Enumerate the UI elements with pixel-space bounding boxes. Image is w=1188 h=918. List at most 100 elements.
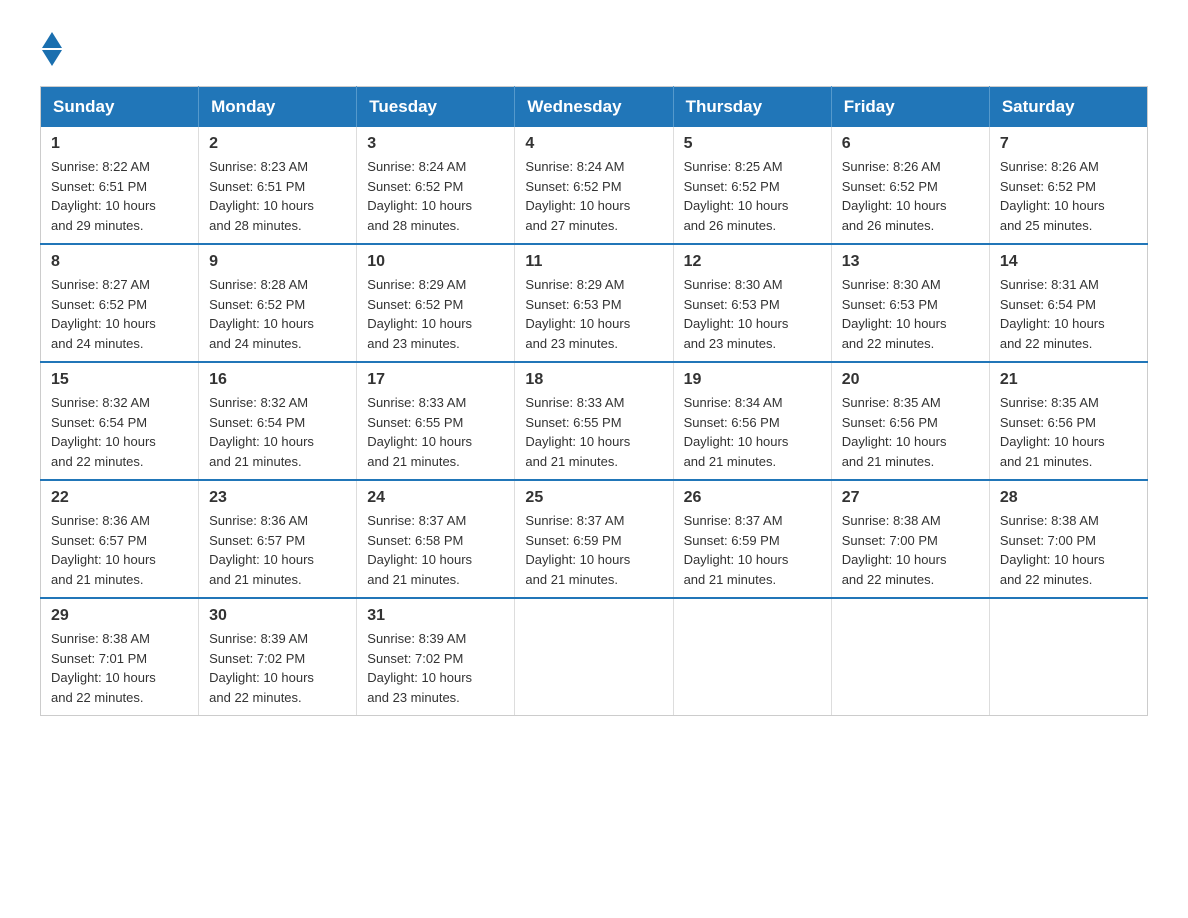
day-info: Sunrise: 8:28 AM Sunset: 6:52 PM Dayligh… xyxy=(209,277,314,351)
calendar-day-cell: 27 Sunrise: 8:38 AM Sunset: 7:00 PM Dayl… xyxy=(831,480,989,598)
calendar-day-cell: 17 Sunrise: 8:33 AM Sunset: 6:55 PM Dayl… xyxy=(357,362,515,480)
day-number: 6 xyxy=(842,135,979,153)
calendar-day-cell: 29 Sunrise: 8:38 AM Sunset: 7:01 PM Dayl… xyxy=(41,598,199,716)
weekday-header-cell: Sunday xyxy=(41,87,199,128)
day-number: 7 xyxy=(1000,135,1137,153)
day-number: 12 xyxy=(684,253,821,271)
weekday-header-cell: Saturday xyxy=(989,87,1147,128)
weekday-header-cell: Friday xyxy=(831,87,989,128)
day-info: Sunrise: 8:25 AM Sunset: 6:52 PM Dayligh… xyxy=(684,159,789,233)
calendar-day-cell: 11 Sunrise: 8:29 AM Sunset: 6:53 PM Dayl… xyxy=(515,244,673,362)
day-info: Sunrise: 8:27 AM Sunset: 6:52 PM Dayligh… xyxy=(51,277,156,351)
day-info: Sunrise: 8:23 AM Sunset: 6:51 PM Dayligh… xyxy=(209,159,314,233)
day-info: Sunrise: 8:26 AM Sunset: 6:52 PM Dayligh… xyxy=(842,159,947,233)
calendar-day-cell: 16 Sunrise: 8:32 AM Sunset: 6:54 PM Dayl… xyxy=(199,362,357,480)
calendar-week-row: 29 Sunrise: 8:38 AM Sunset: 7:01 PM Dayl… xyxy=(41,598,1148,716)
day-number: 30 xyxy=(209,607,346,625)
day-info: Sunrise: 8:33 AM Sunset: 6:55 PM Dayligh… xyxy=(525,395,630,469)
calendar-day-cell: 21 Sunrise: 8:35 AM Sunset: 6:56 PM Dayl… xyxy=(989,362,1147,480)
day-number: 13 xyxy=(842,253,979,271)
day-info: Sunrise: 8:32 AM Sunset: 6:54 PM Dayligh… xyxy=(51,395,156,469)
calendar-day-cell: 25 Sunrise: 8:37 AM Sunset: 6:59 PM Dayl… xyxy=(515,480,673,598)
day-number: 23 xyxy=(209,489,346,507)
day-number: 26 xyxy=(684,489,821,507)
calendar-day-cell: 5 Sunrise: 8:25 AM Sunset: 6:52 PM Dayli… xyxy=(673,127,831,244)
calendar-day-cell: 8 Sunrise: 8:27 AM Sunset: 6:52 PM Dayli… xyxy=(41,244,199,362)
day-info: Sunrise: 8:37 AM Sunset: 6:59 PM Dayligh… xyxy=(525,513,630,587)
calendar-day-cell: 14 Sunrise: 8:31 AM Sunset: 6:54 PM Dayl… xyxy=(989,244,1147,362)
calendar-day-cell: 10 Sunrise: 8:29 AM Sunset: 6:52 PM Dayl… xyxy=(357,244,515,362)
day-number: 28 xyxy=(1000,489,1137,507)
day-number: 18 xyxy=(525,371,662,389)
day-number: 2 xyxy=(209,135,346,153)
calendar-week-row: 15 Sunrise: 8:32 AM Sunset: 6:54 PM Dayl… xyxy=(41,362,1148,480)
day-info: Sunrise: 8:38 AM Sunset: 7:00 PM Dayligh… xyxy=(842,513,947,587)
day-number: 19 xyxy=(684,371,821,389)
day-number: 27 xyxy=(842,489,979,507)
day-number: 5 xyxy=(684,135,821,153)
day-number: 15 xyxy=(51,371,188,389)
weekday-header-cell: Tuesday xyxy=(357,87,515,128)
calendar-day-cell: 31 Sunrise: 8:39 AM Sunset: 7:02 PM Dayl… xyxy=(357,598,515,716)
day-info: Sunrise: 8:30 AM Sunset: 6:53 PM Dayligh… xyxy=(684,277,789,351)
day-info: Sunrise: 8:37 AM Sunset: 6:59 PM Dayligh… xyxy=(684,513,789,587)
day-number: 22 xyxy=(51,489,188,507)
calendar-day-cell: 26 Sunrise: 8:37 AM Sunset: 6:59 PM Dayl… xyxy=(673,480,831,598)
day-number: 31 xyxy=(367,607,504,625)
calendar-day-cell: 12 Sunrise: 8:30 AM Sunset: 6:53 PM Dayl… xyxy=(673,244,831,362)
calendar-day-cell: 15 Sunrise: 8:32 AM Sunset: 6:54 PM Dayl… xyxy=(41,362,199,480)
day-info: Sunrise: 8:36 AM Sunset: 6:57 PM Dayligh… xyxy=(51,513,156,587)
day-info: Sunrise: 8:39 AM Sunset: 7:02 PM Dayligh… xyxy=(367,631,472,705)
weekday-header-row: SundayMondayTuesdayWednesdayThursdayFrid… xyxy=(41,87,1148,128)
logo-triangle-top xyxy=(42,32,62,48)
calendar-day-cell: 7 Sunrise: 8:26 AM Sunset: 6:52 PM Dayli… xyxy=(989,127,1147,244)
calendar-body: 1 Sunrise: 8:22 AM Sunset: 6:51 PM Dayli… xyxy=(41,127,1148,716)
header xyxy=(40,30,1148,66)
day-number: 21 xyxy=(1000,371,1137,389)
day-number: 10 xyxy=(367,253,504,271)
calendar-week-row: 8 Sunrise: 8:27 AM Sunset: 6:52 PM Dayli… xyxy=(41,244,1148,362)
day-info: Sunrise: 8:34 AM Sunset: 6:56 PM Dayligh… xyxy=(684,395,789,469)
calendar-day-cell: 9 Sunrise: 8:28 AM Sunset: 6:52 PM Dayli… xyxy=(199,244,357,362)
day-info: Sunrise: 8:35 AM Sunset: 6:56 PM Dayligh… xyxy=(842,395,947,469)
day-info: Sunrise: 8:36 AM Sunset: 6:57 PM Dayligh… xyxy=(209,513,314,587)
day-info: Sunrise: 8:29 AM Sunset: 6:53 PM Dayligh… xyxy=(525,277,630,351)
day-number: 4 xyxy=(525,135,662,153)
calendar-day-cell: 19 Sunrise: 8:34 AM Sunset: 6:56 PM Dayl… xyxy=(673,362,831,480)
logo xyxy=(40,30,62,66)
day-info: Sunrise: 8:38 AM Sunset: 7:01 PM Dayligh… xyxy=(51,631,156,705)
calendar-day-cell xyxy=(515,598,673,716)
day-info: Sunrise: 8:35 AM Sunset: 6:56 PM Dayligh… xyxy=(1000,395,1105,469)
calendar-day-cell: 22 Sunrise: 8:36 AM Sunset: 6:57 PM Dayl… xyxy=(41,480,199,598)
day-number: 29 xyxy=(51,607,188,625)
day-number: 14 xyxy=(1000,253,1137,271)
logo-triangle-bottom xyxy=(42,50,62,66)
day-info: Sunrise: 8:24 AM Sunset: 6:52 PM Dayligh… xyxy=(367,159,472,233)
day-number: 3 xyxy=(367,135,504,153)
day-number: 11 xyxy=(525,253,662,271)
weekday-header-cell: Monday xyxy=(199,87,357,128)
calendar-day-cell: 18 Sunrise: 8:33 AM Sunset: 6:55 PM Dayl… xyxy=(515,362,673,480)
day-number: 24 xyxy=(367,489,504,507)
day-number: 9 xyxy=(209,253,346,271)
day-number: 17 xyxy=(367,371,504,389)
day-info: Sunrise: 8:26 AM Sunset: 6:52 PM Dayligh… xyxy=(1000,159,1105,233)
day-info: Sunrise: 8:31 AM Sunset: 6:54 PM Dayligh… xyxy=(1000,277,1105,351)
day-number: 8 xyxy=(51,253,188,271)
calendar-day-cell: 30 Sunrise: 8:39 AM Sunset: 7:02 PM Dayl… xyxy=(199,598,357,716)
day-info: Sunrise: 8:22 AM Sunset: 6:51 PM Dayligh… xyxy=(51,159,156,233)
calendar-day-cell: 24 Sunrise: 8:37 AM Sunset: 6:58 PM Dayl… xyxy=(357,480,515,598)
calendar-day-cell xyxy=(673,598,831,716)
calendar-day-cell: 1 Sunrise: 8:22 AM Sunset: 6:51 PM Dayli… xyxy=(41,127,199,244)
calendar-day-cell: 13 Sunrise: 8:30 AM Sunset: 6:53 PM Dayl… xyxy=(831,244,989,362)
day-info: Sunrise: 8:24 AM Sunset: 6:52 PM Dayligh… xyxy=(525,159,630,233)
calendar-day-cell: 6 Sunrise: 8:26 AM Sunset: 6:52 PM Dayli… xyxy=(831,127,989,244)
day-number: 1 xyxy=(51,135,188,153)
day-number: 20 xyxy=(842,371,979,389)
calendar-day-cell: 20 Sunrise: 8:35 AM Sunset: 6:56 PM Dayl… xyxy=(831,362,989,480)
day-info: Sunrise: 8:38 AM Sunset: 7:00 PM Dayligh… xyxy=(1000,513,1105,587)
day-info: Sunrise: 8:30 AM Sunset: 6:53 PM Dayligh… xyxy=(842,277,947,351)
calendar-day-cell: 23 Sunrise: 8:36 AM Sunset: 6:57 PM Dayl… xyxy=(199,480,357,598)
day-info: Sunrise: 8:33 AM Sunset: 6:55 PM Dayligh… xyxy=(367,395,472,469)
calendar-day-cell: 2 Sunrise: 8:23 AM Sunset: 6:51 PM Dayli… xyxy=(199,127,357,244)
